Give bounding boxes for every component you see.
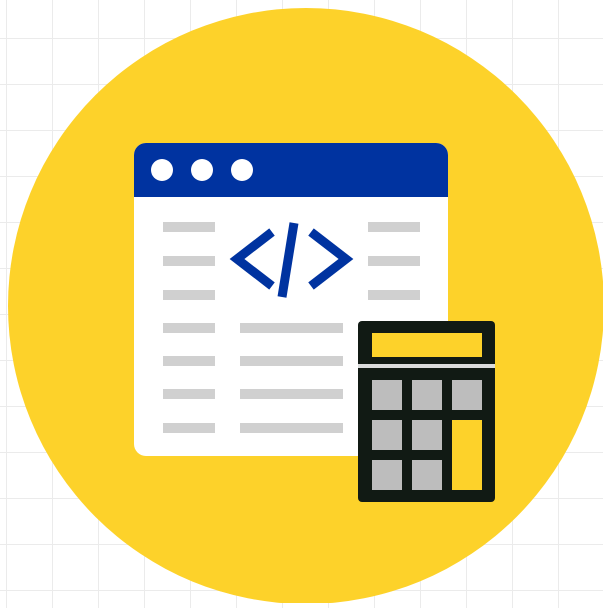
calculator-icon xyxy=(358,321,495,502)
placeholder-line xyxy=(240,423,343,433)
calculator-key xyxy=(412,420,442,450)
placeholder-line xyxy=(240,356,343,366)
placeholder-line xyxy=(163,423,215,433)
code-calculator-illustration xyxy=(8,8,603,604)
window-dot-icon xyxy=(151,159,173,181)
calculator-key xyxy=(412,460,442,490)
placeholder-line xyxy=(240,323,343,333)
calculator-equals-key xyxy=(452,420,482,490)
calculator-key xyxy=(412,380,442,410)
browser-title-bar xyxy=(134,143,448,197)
placeholder-line xyxy=(163,222,215,232)
window-dot-icon xyxy=(231,159,253,181)
placeholder-line xyxy=(368,222,420,232)
placeholder-line xyxy=(163,290,215,300)
calculator-divider xyxy=(358,364,495,368)
placeholder-line xyxy=(163,323,215,333)
window-dot-icon xyxy=(191,159,213,181)
placeholder-line xyxy=(368,256,420,266)
calculator-key xyxy=(372,420,402,450)
illustration xyxy=(0,0,603,604)
calculator-key xyxy=(452,380,482,410)
calculator-display xyxy=(372,333,482,357)
placeholder-line xyxy=(163,256,215,266)
placeholder-line xyxy=(368,290,420,300)
placeholder-line xyxy=(240,389,343,399)
placeholder-line xyxy=(163,389,215,399)
calculator-key xyxy=(372,460,402,490)
calculator-key xyxy=(372,380,402,410)
placeholder-line xyxy=(163,356,215,366)
